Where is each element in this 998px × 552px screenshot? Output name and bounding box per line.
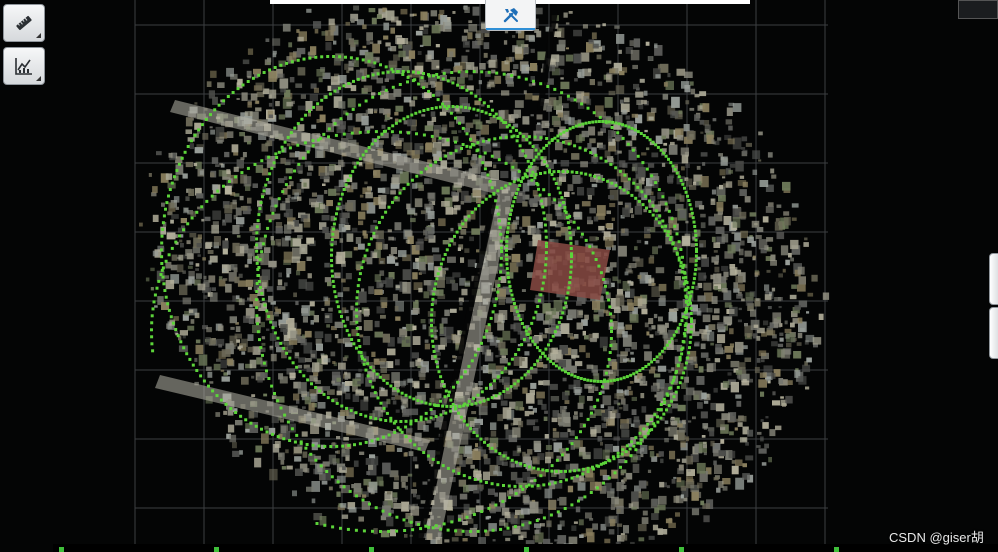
profile-chart-button[interactable] (3, 47, 45, 85)
watermark-text: CSDN @giser胡 (889, 530, 984, 545)
dropdown-corner-icon (36, 76, 41, 81)
timeline-tick (524, 547, 529, 552)
point-cloud-canvas[interactable] (0, 0, 998, 552)
timeline-tick (59, 547, 64, 552)
timeline-bar[interactable] (53, 544, 998, 552)
dropdown-corner-icon (36, 33, 41, 38)
side-panel-tab-2[interactable] (989, 307, 998, 359)
timeline-tick (679, 547, 684, 552)
side-panel-tab-1[interactable] (989, 253, 998, 305)
timeline-tick (834, 547, 839, 552)
top-right-panel[interactable] (958, 0, 998, 19)
tools-icon (503, 8, 518, 23)
tools-tab[interactable] (485, 0, 536, 31)
timeline-tick (369, 547, 374, 552)
measure-tool-button[interactable] (3, 4, 45, 42)
chart-icon (15, 58, 32, 75)
timeline-tick (214, 547, 219, 552)
point-cloud-viewport[interactable] (0, 0, 998, 552)
ruler-icon (16, 15, 32, 31)
